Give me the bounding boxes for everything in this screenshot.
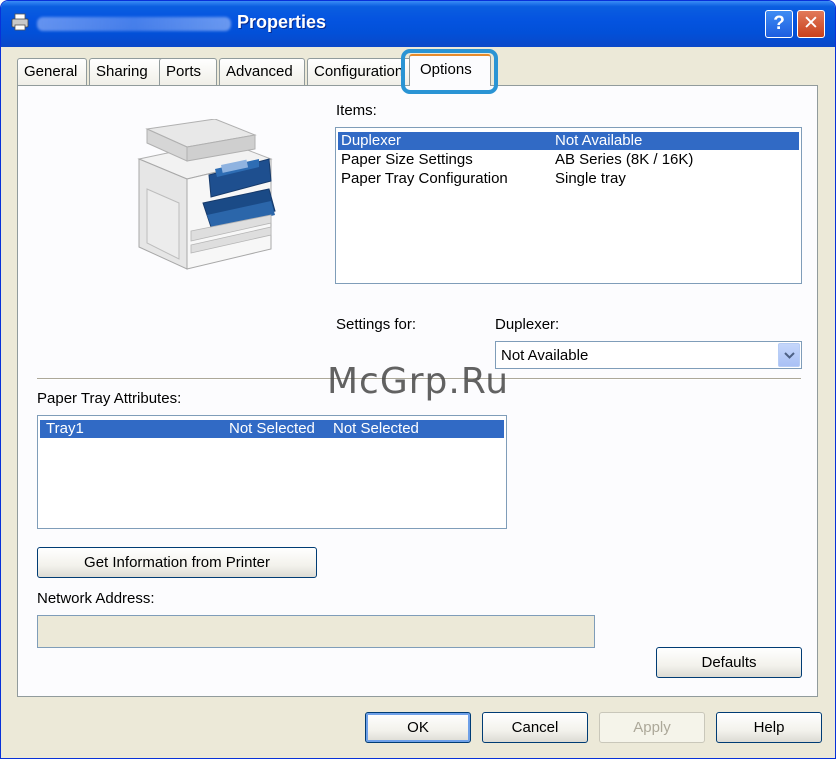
network-address-field[interactable] bbox=[37, 615, 595, 648]
tray-name: Tray1 bbox=[46, 420, 84, 437]
properties-window: Properties ? ✕ General Sharing Ports Adv… bbox=[0, 0, 836, 759]
options-tab-highlight-ring bbox=[401, 49, 498, 94]
tab-advanced[interactable]: Advanced bbox=[219, 58, 305, 85]
tab-general[interactable]: General bbox=[17, 58, 87, 85]
settings-dropdown[interactable]: Not Available bbox=[495, 341, 802, 369]
tray-attr-2: Not Selected bbox=[333, 420, 419, 437]
tab-sharing[interactable]: Sharing bbox=[89, 58, 169, 85]
settings-target-label: Duplexer: bbox=[495, 316, 560, 333]
items-list[interactable]: Duplexer Not Available Paper Size Settin… bbox=[335, 127, 802, 284]
cancel-button[interactable]: Cancel bbox=[482, 712, 588, 743]
watermark: McGrp.Ru bbox=[327, 361, 510, 402]
tab-ports[interactable]: Ports bbox=[159, 58, 217, 85]
printer-illustration-icon bbox=[137, 119, 276, 270]
list-item[interactable]: Paper Size Settings AB Series (8K / 16K) bbox=[338, 151, 799, 169]
item-value: Single tray bbox=[555, 170, 626, 187]
paper-tray-list[interactable]: Tray1 Not Selected Not Selected bbox=[37, 415, 507, 529]
ok-button[interactable]: OK bbox=[365, 712, 471, 743]
apply-button[interactable]: Apply bbox=[599, 712, 705, 743]
item-value: AB Series (8K / 16K) bbox=[555, 151, 694, 168]
printer-icon bbox=[11, 13, 29, 31]
item-name: Paper Tray Configuration bbox=[341, 170, 508, 187]
get-information-button[interactable]: Get Information from Printer bbox=[37, 547, 317, 578]
tray-attr-1: Not Selected bbox=[229, 420, 315, 437]
chevron-down-icon[interactable] bbox=[778, 343, 800, 367]
network-address-label: Network Address: bbox=[37, 590, 155, 607]
list-item[interactable]: Duplexer Not Available bbox=[338, 132, 799, 150]
close-icon[interactable]: ✕ bbox=[797, 10, 825, 38]
help-button[interactable]: Help bbox=[716, 712, 822, 743]
item-name: Paper Size Settings bbox=[341, 151, 473, 168]
window-title: Properties bbox=[237, 12, 327, 32]
list-item[interactable]: Tray1 Not Selected Not Selected bbox=[40, 420, 504, 438]
paper-tray-attributes-label: Paper Tray Attributes: bbox=[37, 390, 182, 407]
settings-for-label: Settings for: bbox=[336, 316, 417, 333]
item-name: Duplexer bbox=[341, 132, 402, 149]
list-item[interactable]: Paper Tray Configuration Single tray bbox=[338, 170, 799, 188]
defaults-button[interactable]: Defaults bbox=[656, 647, 802, 678]
title-bar[interactable]: Properties ? ✕ bbox=[1, 1, 835, 47]
item-value: Not Available bbox=[555, 132, 643, 149]
dropdown-value: Not Available bbox=[501, 347, 589, 364]
blurred-printer-name bbox=[37, 17, 231, 31]
help-icon[interactable]: ? bbox=[765, 10, 793, 38]
items-label: Items: bbox=[336, 102, 377, 119]
